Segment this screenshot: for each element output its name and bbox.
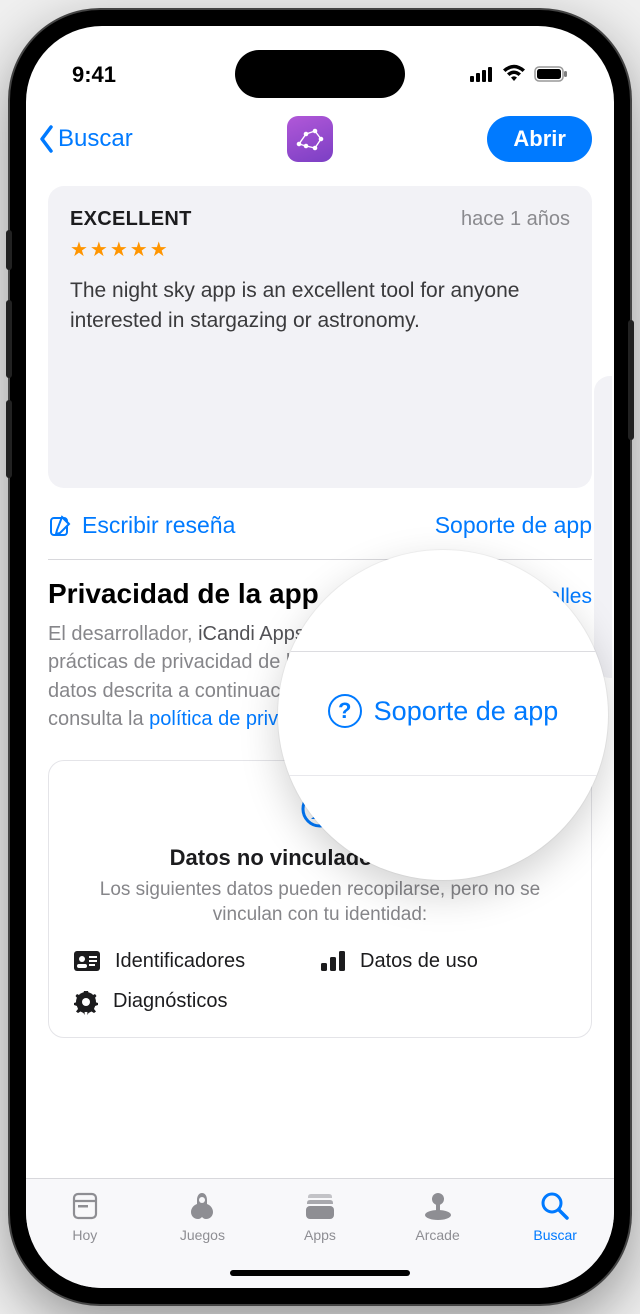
status-time: 9:41 <box>72 62 116 88</box>
tab-arcade-label: Arcade <box>415 1227 459 1243</box>
app-support-label: Soporte de app <box>435 512 592 539</box>
privacy-card-subtitle: Los siguientes datos pueden recopilarse,… <box>73 877 567 928</box>
app-support-button[interactable]: Soporte de app <box>435 512 592 539</box>
tab-today[interactable]: Hoy <box>26 1189 144 1288</box>
tab-search[interactable]: Buscar <box>496 1189 614 1288</box>
review-title: EXCELLENT <box>70 208 192 231</box>
data-item-identifiers: Identificadores <box>73 950 320 973</box>
tab-today-label: Hoy <box>72 1227 97 1243</box>
back-label: Buscar <box>58 125 133 153</box>
open-button[interactable]: Abrir <box>487 116 592 162</box>
data-item-usage: Datos de uso <box>320 950 567 973</box>
privacy-title: Privacidad de la app <box>48 578 319 610</box>
data-item-diagnostics: Diagnósticos <box>73 989 320 1015</box>
tab-games-label: Juegos <box>180 1227 225 1243</box>
chevron-left-icon <box>38 124 56 154</box>
dynamic-island <box>235 50 405 98</box>
wifi-icon <box>502 62 526 88</box>
review-stars: ★★★★★ <box>70 237 570 262</box>
cellular-icon <box>470 62 494 88</box>
magnifier-callout: ? Soporte de app <box>278 550 608 880</box>
games-icon <box>186 1189 218 1223</box>
open-label: Abrir <box>513 126 566 151</box>
app-support-label-magnified: Soporte de app <box>374 696 559 727</box>
id-card-icon <box>73 950 101 972</box>
arcade-icon <box>422 1189 454 1223</box>
tab-apps-label: Apps <box>304 1227 336 1243</box>
apps-icon <box>304 1189 336 1223</box>
tab-search-label: Buscar <box>533 1227 577 1243</box>
gear-icon <box>73 989 99 1015</box>
question-circle-icon: ? <box>328 694 362 728</box>
constellation-icon <box>293 122 327 156</box>
today-icon <box>70 1189 100 1223</box>
app-icon[interactable] <box>287 116 333 162</box>
battery-icon <box>534 62 568 88</box>
back-button[interactable]: Buscar <box>38 124 133 154</box>
search-icon <box>540 1189 570 1223</box>
nav-bar: Buscar Abrir <box>26 102 614 176</box>
write-review-button[interactable]: Escribir reseña <box>48 512 235 539</box>
home-indicator[interactable] <box>230 1270 410 1276</box>
review-body: The night sky app is an excellent tool f… <box>70 276 570 336</box>
bar-chart-icon <box>320 950 346 972</box>
app-support-button-magnified[interactable]: ? Soporte de app <box>328 694 559 728</box>
write-review-label: Escribir reseña <box>82 512 235 539</box>
review-card[interactable]: EXCELLENT hace 1 años ★★★★★ The night sk… <box>48 186 592 488</box>
review-age: hace 1 años <box>461 208 570 231</box>
compose-icon <box>48 514 72 538</box>
